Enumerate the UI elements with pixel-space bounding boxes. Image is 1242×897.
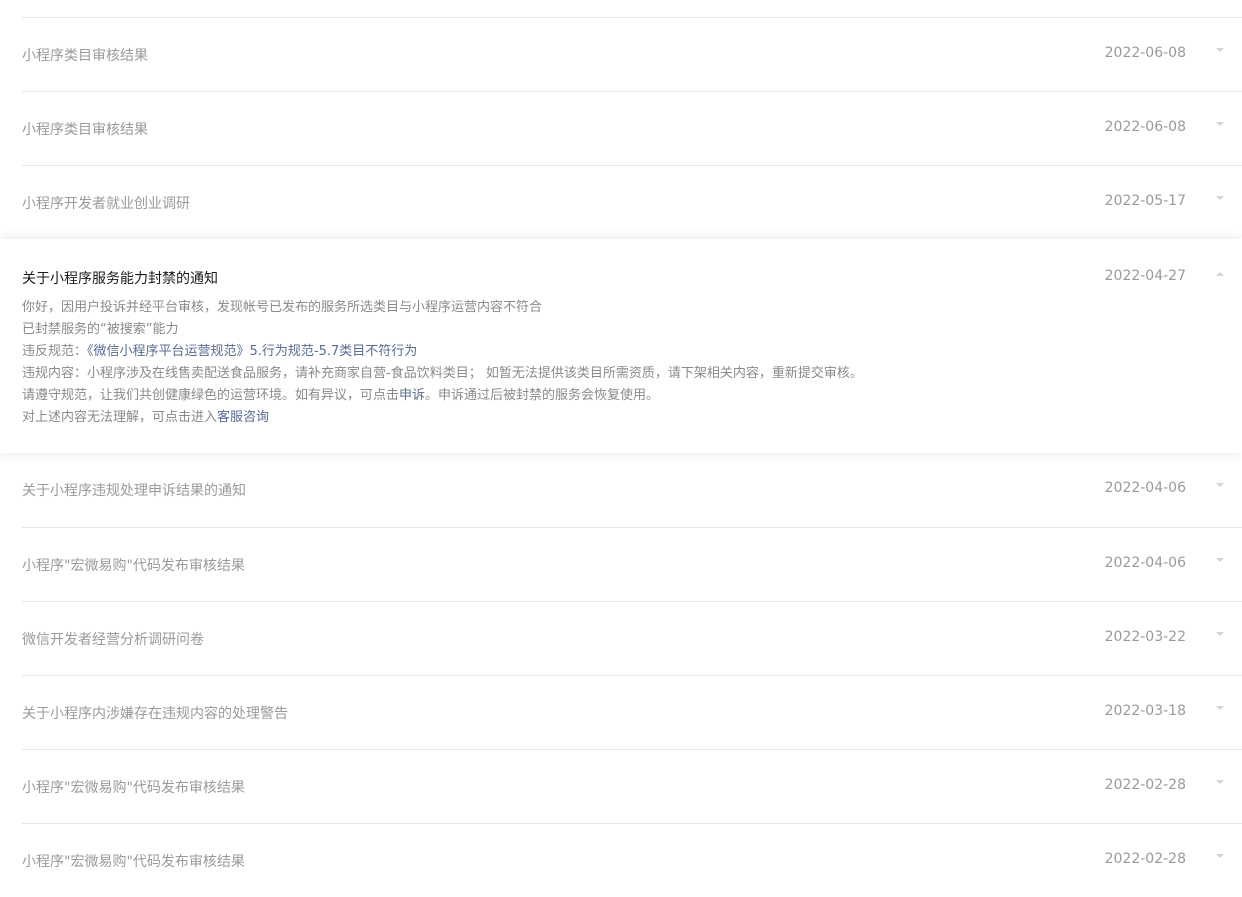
item-title: 小程序"宏微易购"代码发布审核结果 [22,854,245,870]
list-item[interactable]: 小程序类目审核结果 2022-06-08 [22,17,1242,91]
item-date: 2022-05-17 [1104,193,1186,209]
item-date: 2022-04-06 [1104,555,1186,571]
item-date: 2022-03-18 [1104,703,1186,719]
chevron-down-icon[interactable] [1216,483,1224,487]
item-title: 小程序类目审核结果 [22,122,148,138]
chevron-down-icon[interactable] [1216,48,1224,52]
list-item[interactable]: 小程序"宏微易购"代码发布审核结果 2022-04-06 [22,527,1242,601]
item-title: 小程序开发者就业创业调研 [22,196,190,212]
notice-text: 。申诉通过后被封禁的服务会恢复使用。 [425,388,660,403]
list-item[interactable]: 小程序"宏微易购"代码发布审核结果 2022-02-28 [22,749,1242,823]
appeal-link[interactable]: 申诉 [399,388,425,403]
item-title: 关于小程序服务能力封禁的通知 [22,271,218,287]
item-date: 2022-04-06 [1104,480,1186,496]
notice-line: 违规内容：小程序涉及在线售卖配送食品服务，请补充商家自营-食品饮料类目； 如暂无… [22,366,863,381]
chevron-down-icon[interactable] [1216,632,1224,636]
notice-line: 违反规范：《微信小程序平台运营规范》5.行为规范-5.7类目不符行为 [22,341,863,363]
item-title: 关于小程序内涉嫌存在违规内容的处理警告 [22,706,288,722]
chevron-up-icon[interactable] [1216,272,1224,276]
chevron-down-icon[interactable] [1216,122,1224,126]
notice-text: 对上述内容无法理解，可点击进入 [22,410,218,425]
notice-line: 你好，因用户投诉并经平台审核，发现帐号已发布的服务所选类目与小程序运营内容不符合 [22,300,543,315]
notice-line: 对上述内容无法理解，可点击进入客服咨询 [22,407,863,429]
notification-list: 小程序类目审核结果 2022-06-08 小程序类目审核结果 2022-06-0… [0,17,1242,897]
chevron-down-icon[interactable] [1216,854,1224,858]
chevron-down-icon[interactable] [1216,196,1224,200]
list-item[interactable]: 关于小程序违规处理申诉结果的通知 2022-04-06 [22,453,1242,527]
item-title: 关于小程序违规处理申诉结果的通知 [22,483,246,499]
chevron-down-icon[interactable] [1216,558,1224,562]
item-date: 2022-04-27 [1104,268,1186,284]
list-item[interactable]: 小程序类目审核结果 2022-06-08 [22,91,1242,165]
item-title: 微信开发者经营分析调研问卷 [22,632,204,648]
notice-body: 你好，因用户投诉并经平台审核，发现帐号已发布的服务所选类目与小程序运营内容不符合… [22,297,863,429]
list-item[interactable]: 关于小程序内涉嫌存在违规内容的处理警告 2022-03-18 [22,675,1242,749]
item-date: 2022-02-28 [1104,777,1186,793]
item-title: 小程序类目审核结果 [22,48,148,64]
item-title: 小程序"宏微易购"代码发布审核结果 [22,558,245,574]
notice-line: 已封禁服务的“被搜索”能力 [22,322,179,337]
customer-service-link[interactable]: 客服咨询 [217,410,269,425]
item-date: 2022-06-08 [1104,45,1186,61]
chevron-down-icon[interactable] [1216,780,1224,784]
item-date: 2022-03-22 [1104,629,1186,645]
item-title: 小程序"宏微易购"代码发布审核结果 [22,780,245,796]
item-date: 2022-02-28 [1104,851,1186,867]
chevron-down-icon[interactable] [1216,706,1224,710]
list-item[interactable]: 微信开发者经营分析调研问卷 2022-03-22 [22,601,1242,675]
violation-label: 违反规范： [22,344,88,359]
notice-text: 请遵守规范，让我们共创健康绿色的运营环境。如有异议，可点击 [22,388,400,403]
item-date: 2022-06-08 [1104,119,1186,135]
list-item[interactable]: 小程序开发者就业创业调研 2022-05-17 [22,165,1242,239]
list-item[interactable]: 小程序"宏微易购"代码发布审核结果 2022-02-28 [22,823,1242,897]
notice-line: 请遵守规范，让我们共创健康绿色的运营环境。如有异议，可点击申诉。申诉通过后被封禁… [22,385,863,407]
expanded-list-item[interactable]: 关于小程序服务能力封禁的通知 2022-04-27 你好，因用户投诉并经平台审核… [0,239,1242,453]
rules-link[interactable]: 《微信小程序平台运营规范》5.行为规范-5.7类目不符行为 [87,344,417,359]
